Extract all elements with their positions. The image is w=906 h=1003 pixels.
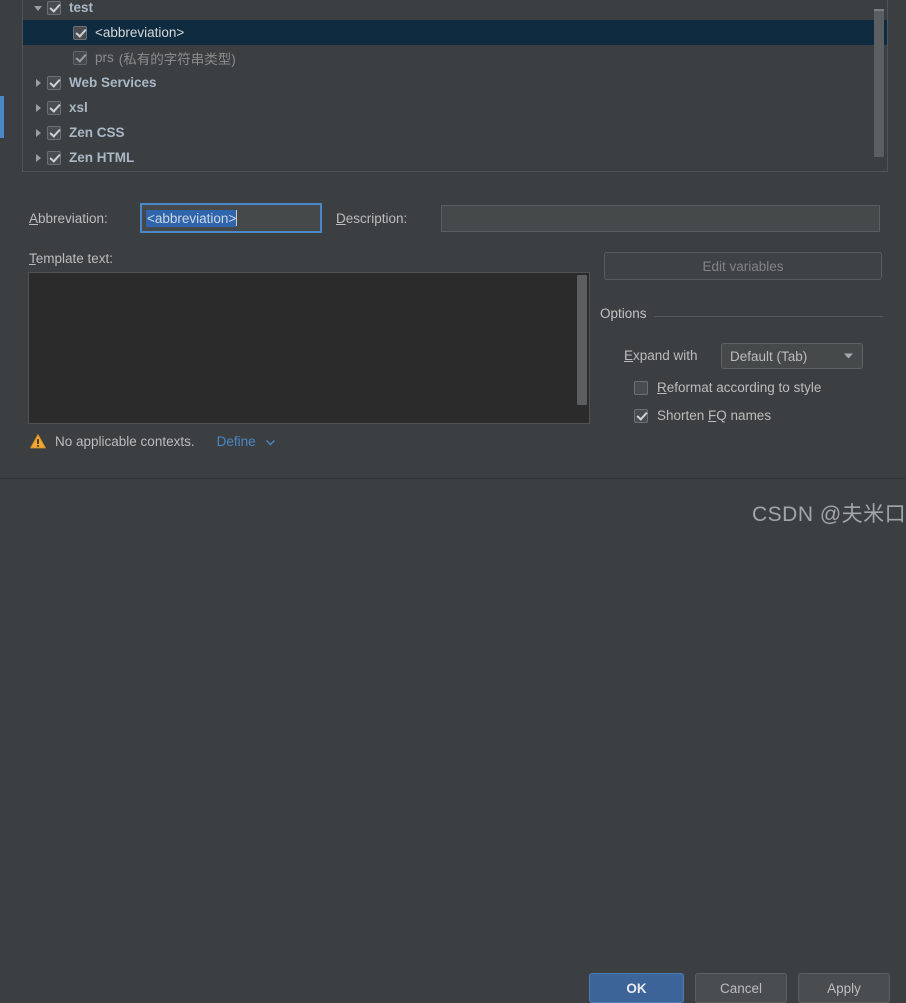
warning-triangle-icon [30,434,46,449]
left-edge-accent-bar [0,96,4,138]
tree-row-label: xsl [69,100,88,115]
tree-row-label: Zen HTML [69,150,135,165]
apply-button[interactable]: Apply [798,973,890,1003]
tree-row[interactable]: Zen CSS [23,120,887,145]
description-label: Description: [336,211,408,226]
chevron-right-icon[interactable] [29,128,47,138]
define-link[interactable]: Define [217,434,277,449]
tree-row-label: Zen CSS [69,125,125,140]
tree-row[interactable]: xsl [23,95,887,120]
tree-row-checkbox[interactable] [73,50,87,65]
tree-row-label: <abbreviation> [95,25,185,40]
tree-row[interactable]: test [23,0,887,20]
template-text-scrollbar-thumb[interactable] [577,275,587,405]
expand-with-dropdown[interactable]: Default (Tab) [721,343,863,369]
chevron-right-icon[interactable] [29,103,47,113]
tree-scrollbar-thumb[interactable] [874,11,884,157]
tree-rows-container: test <abbreviation> prs (私有的字符串类型) Web S… [23,0,887,171]
dialog-button-bar: OK Cancel Apply [0,479,906,1003]
chevron-right-icon[interactable] [29,153,47,163]
warning-message: No applicable contexts. [55,434,195,449]
text-caret [236,210,238,226]
tree-row-checkbox[interactable] [47,0,61,15]
tree-row-label: prs [95,50,114,65]
context-warning: No applicable contexts. Define [30,434,276,449]
edit-variables-button[interactable]: Edit variables [604,252,882,280]
abbreviation-label: Abbreviation: [29,211,108,226]
abbreviation-label-text: bbreviation: [38,211,108,226]
tree-row-checkbox[interactable] [47,75,61,90]
tree-row[interactable]: <abbreviation> [23,20,887,45]
shorten-fq-names-checkbox[interactable] [634,408,648,423]
chevron-down-icon[interactable] [29,3,47,13]
tree-row[interactable]: Zen HTML [23,145,887,170]
abbreviation-input[interactable]: <abbreviation> [140,203,322,233]
expand-with-label: Expand with [624,348,698,363]
shorten-fq-names-checkbox-row[interactable]: Shorten FQ names [634,408,771,423]
chevron-right-icon[interactable] [29,78,47,88]
ok-button[interactable]: OK [589,973,684,1003]
template-text-editor[interactable] [28,272,590,424]
reformat-checkbox[interactable] [634,380,648,395]
reformat-label: Reformat according to style [657,380,822,395]
define-link-label: Define [216,434,256,449]
live-templates-tree-panel[interactable]: test <abbreviation> prs (私有的字符串类型) Web S… [22,0,888,172]
template-text-label: Template text: [29,251,114,266]
tree-row[interactable]: prs (私有的字符串类型) [23,45,887,70]
expand-with-value: Default (Tab) [730,348,808,364]
tree-row-description: (私有的字符串类型) [118,51,236,67]
tree-row-label: Web Services [69,75,157,90]
tree-row-checkbox[interactable] [47,100,61,115]
options-section-title: Options [600,306,654,321]
chevron-down-icon[interactable] [265,437,276,448]
tree-row[interactable]: Web Services [23,70,887,95]
cancel-button[interactable]: Cancel [695,973,787,1003]
shorten-fq-names-label: Shorten FQ names [657,408,772,423]
chevron-down-icon[interactable] [843,349,854,364]
tree-row-label: test [69,0,94,15]
description-input[interactable] [441,205,880,232]
tree-row-checkbox[interactable] [73,25,87,40]
tree-row-checkbox[interactable] [47,125,61,140]
tree-row-checkbox[interactable] [47,150,61,165]
abbreviation-input-value: <abbreviation> [146,209,237,227]
reformat-according-to-style-checkbox-row[interactable]: Reformat according to style [634,380,821,395]
